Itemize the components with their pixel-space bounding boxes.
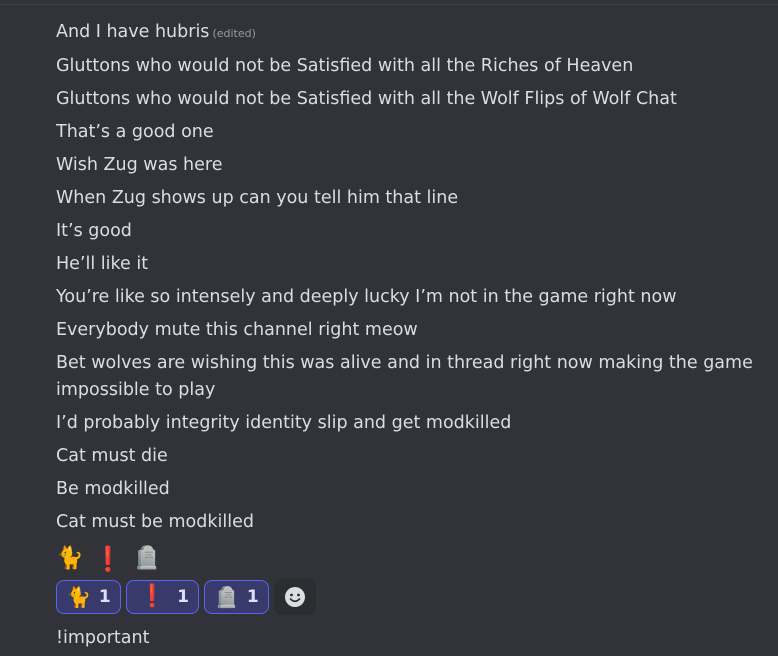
reaction-count: 1 bbox=[246, 586, 259, 607]
top-divider bbox=[0, 4, 778, 5]
message: Bet wolves are wishing this was alive an… bbox=[56, 352, 753, 401]
exclamation-icon: ❗ bbox=[138, 583, 167, 609]
headstone-icon: 🪦 bbox=[214, 584, 239, 609]
add-reaction-button[interactable] bbox=[273, 578, 316, 615]
cat-icon: 🐈 bbox=[66, 584, 91, 609]
reaction-count: 1 bbox=[177, 586, 189, 607]
reaction-bar: 🐈 1 ❗ 1 🪦 1 bbox=[56, 578, 756, 615]
emoji-message: 🐈 ❗ 🪦 bbox=[56, 544, 756, 574]
message: When Zug shows up can you tell him that … bbox=[56, 187, 459, 208]
message: Cat must be modkilled bbox=[56, 512, 254, 532]
message: You’re like so intensely and deeply luck… bbox=[56, 286, 677, 307]
headstone-icon: 🪦 bbox=[133, 546, 161, 571]
message: Wish Zug was here bbox=[56, 154, 223, 175]
reaction-exclamation[interactable]: ❗ 1 bbox=[125, 579, 199, 614]
message: Everybody mute this channel right meow bbox=[56, 319, 418, 340]
message-list: And I have hubris (edited) Gluttons who w… bbox=[56, 16, 756, 656]
reaction-headstone[interactable]: 🪦 1 bbox=[204, 579, 269, 614]
message: He’ll like it bbox=[56, 253, 149, 274]
smiley-icon bbox=[284, 586, 305, 607]
message: Cat must die bbox=[56, 446, 168, 466]
message: I’d probably integrity identity slip and… bbox=[56, 413, 512, 433]
reaction-cat[interactable]: 🐈 1 bbox=[56, 579, 121, 614]
message: It’s good bbox=[56, 220, 132, 241]
message: That’s a good one bbox=[56, 121, 214, 142]
message: And I have hubris (edited) bbox=[56, 16, 756, 50]
cat-icon: 🐈 bbox=[56, 546, 84, 571]
exclamation-icon: ❗ bbox=[93, 544, 124, 573]
message: Gluttons who would not be Satisfied with… bbox=[56, 88, 677, 109]
edited-label: (edited) bbox=[212, 26, 256, 40]
message: Gluttons who would not be Satisfied with… bbox=[56, 55, 634, 76]
reaction-count: 1 bbox=[98, 586, 111, 607]
message: Be modkilled bbox=[56, 479, 170, 499]
message-text: And I have hubris bbox=[56, 21, 210, 42]
message: !important bbox=[56, 628, 150, 648]
